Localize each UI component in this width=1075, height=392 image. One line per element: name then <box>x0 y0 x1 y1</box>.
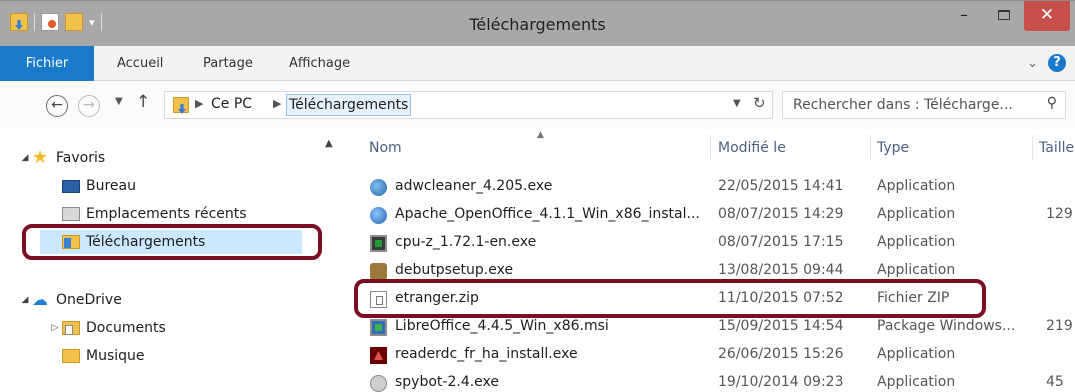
address-bar[interactable]: ▶ Ce PC ▶ Téléchargements ▼ ↻ <box>164 91 773 119</box>
breadcrumb-separator-icon[interactable]: ▶ <box>273 97 281 110</box>
file-name: cpu-z_1.72.1-en.exe <box>395 234 537 250</box>
collapse-arrow-icon[interactable]: ◢ <box>18 153 32 163</box>
nav-item-emplacements-recents[interactable]: Emplacements récents <box>62 202 247 226</box>
debut-icon <box>370 263 387 280</box>
file-date: 19/10/2014 09:23 <box>718 374 844 390</box>
highlight-telechargements <box>22 224 322 260</box>
up-button[interactable]: ↑ <box>136 92 150 112</box>
tab-accueil[interactable]: Accueil <box>117 56 163 71</box>
file-date: 15/09/2015 14:54 <box>718 318 844 334</box>
adwcleaner-icon <box>370 179 387 196</box>
openoffice-icon <box>370 207 387 224</box>
tab-partage[interactable]: Partage <box>203 56 253 71</box>
file-row[interactable]: spybot-2.4.exe 19/10/2014 09:23 Applicat… <box>356 371 1075 392</box>
column-divider[interactable] <box>1032 135 1033 159</box>
file-date: 13/08/2015 09:44 <box>718 262 844 278</box>
file-type: Application <box>877 346 956 362</box>
column-divider[interactable] <box>710 135 711 159</box>
title-bar: ▾ Téléchargements – ✕ <box>0 0 1075 46</box>
nav-item-label: Musique <box>86 348 145 364</box>
file-size: 45 <box>1046 374 1064 390</box>
adobe-reader-icon <box>370 347 387 364</box>
column-header-modified[interactable]: Modifié le <box>718 140 786 156</box>
tab-affichage[interactable]: Affichage <box>289 56 350 71</box>
nav-item-label: Bureau <box>86 178 136 194</box>
maximize-icon <box>998 10 1010 20</box>
breadcrumb-separator-icon[interactable]: ▶ <box>195 97 203 110</box>
file-name: Apache_OpenOffice_4.1.1_Win_x86_instal..… <box>395 206 700 222</box>
recent-places-icon <box>62 207 80 221</box>
close-button[interactable]: ✕ <box>1024 1 1070 31</box>
help-icon[interactable]: ? <box>1048 54 1066 72</box>
file-row[interactable]: adwcleaner_4.205.exe 22/05/2015 14:41 Ap… <box>356 175 1075 199</box>
file-date: 22/05/2015 14:41 <box>718 178 844 194</box>
expand-ribbon-icon[interactable]: ⌄ <box>1027 56 1038 71</box>
file-row[interactable]: cpu-z_1.72.1-en.exe 08/07/2015 17:15 App… <box>356 231 1075 255</box>
back-button[interactable]: ← <box>46 95 68 117</box>
downloads-folder-icon <box>173 97 189 113</box>
file-row[interactable]: LibreOffice_4.4.5_Win_x86.msi 15/09/2015… <box>356 315 1075 339</box>
breadcrumb-telechargements[interactable]: Téléchargements <box>286 94 412 116</box>
nav-item-label: Emplacements récents <box>86 206 247 222</box>
search-box[interactable]: Rechercher dans : Télécharge... ⚲ <box>782 91 1066 119</box>
nav-item-bureau[interactable]: Bureau <box>62 174 136 198</box>
nav-item-label: Documents <box>86 320 166 336</box>
column-header-name[interactable]: Nom <box>369 140 402 156</box>
file-name: debutpsetup.exe <box>395 262 514 278</box>
forward-button[interactable]: → <box>78 95 100 117</box>
nav-item-onedrive[interactable]: ◢ ☁ OneDrive <box>18 288 122 312</box>
file-type: Application <box>877 206 956 222</box>
file-type: Application <box>877 234 956 250</box>
recent-locations-icon[interactable]: ▼ <box>115 96 123 107</box>
scroll-up-icon[interactable]: ▲ <box>325 138 333 149</box>
column-header-type[interactable]: Type <box>877 140 909 156</box>
file-name: spybot-2.4.exe <box>395 374 500 390</box>
spybot-icon <box>370 375 387 392</box>
maximize-button[interactable] <box>984 1 1024 31</box>
file-size: 129 <box>1046 206 1073 222</box>
tab-fichier[interactable]: Fichier <box>0 46 94 81</box>
file-date: 08/07/2015 17:15 <box>718 234 844 250</box>
file-date: 08/07/2015 14:29 <box>718 206 844 222</box>
file-name: readerdc_fr_ha_install.exe <box>395 346 578 362</box>
file-type: Package Windows... <box>877 318 1016 334</box>
column-divider[interactable] <box>870 135 871 159</box>
refresh-icon[interactable]: ↻ <box>753 94 766 112</box>
address-row: ← → ▼ ↑ ▶ Ce PC ▶ Téléchargements ▼ ↻ Re… <box>0 81 1075 129</box>
address-dropdown-icon[interactable]: ▼ <box>733 98 741 109</box>
nav-item-label: OneDrive <box>56 292 122 308</box>
file-type: Application <box>877 178 956 194</box>
ribbon-tabs: Fichier Accueil Partage Affichage ⌄ ? <box>0 46 1075 81</box>
file-row[interactable]: readerdc_fr_ha_install.exe 26/06/2015 15… <box>356 343 1075 367</box>
documents-folder-icon <box>62 321 80 335</box>
file-type: Application <box>877 262 956 278</box>
search-icon: ⚲ <box>1046 95 1057 111</box>
highlight-etranger-zip <box>354 279 986 318</box>
breadcrumb-ce-pc[interactable]: Ce PC <box>211 96 252 112</box>
file-date: 26/06/2015 15:26 <box>718 346 844 362</box>
nav-item-favoris[interactable]: ◢ ★ Favoris <box>18 146 106 170</box>
file-name: LibreOffice_4.4.5_Win_x86.msi <box>395 318 609 334</box>
search-input[interactable]: Rechercher dans : Télécharge... <box>793 97 1013 113</box>
file-size: 219 <box>1046 318 1073 334</box>
nav-item-documents[interactable]: ▷ Documents <box>48 316 166 340</box>
file-row[interactable]: Apache_OpenOffice_4.1.1_Win_x86_instal..… <box>356 203 1075 227</box>
onedrive-cloud-icon: ☁ <box>32 290 48 309</box>
nav-item-musique[interactable]: Musique <box>62 344 145 368</box>
collapse-arrow-icon[interactable]: ◢ <box>18 295 32 305</box>
nav-item-label: Favoris <box>56 150 106 166</box>
cpuz-icon <box>370 235 387 252</box>
msi-icon <box>370 319 387 336</box>
expand-arrow-icon[interactable]: ▷ <box>48 323 62 333</box>
file-name: adwcleaner_4.205.exe <box>395 178 553 194</box>
minimize-button[interactable]: – <box>944 1 984 31</box>
sort-ascending-icon: ▲ <box>537 130 544 140</box>
music-folder-icon <box>62 349 80 363</box>
star-icon: ★ <box>32 147 49 168</box>
desktop-icon <box>62 179 80 193</box>
column-header-size[interactable]: Taille <box>1039 140 1074 156</box>
file-type: Application <box>877 374 956 390</box>
window-title: Téléchargements <box>469 15 606 34</box>
